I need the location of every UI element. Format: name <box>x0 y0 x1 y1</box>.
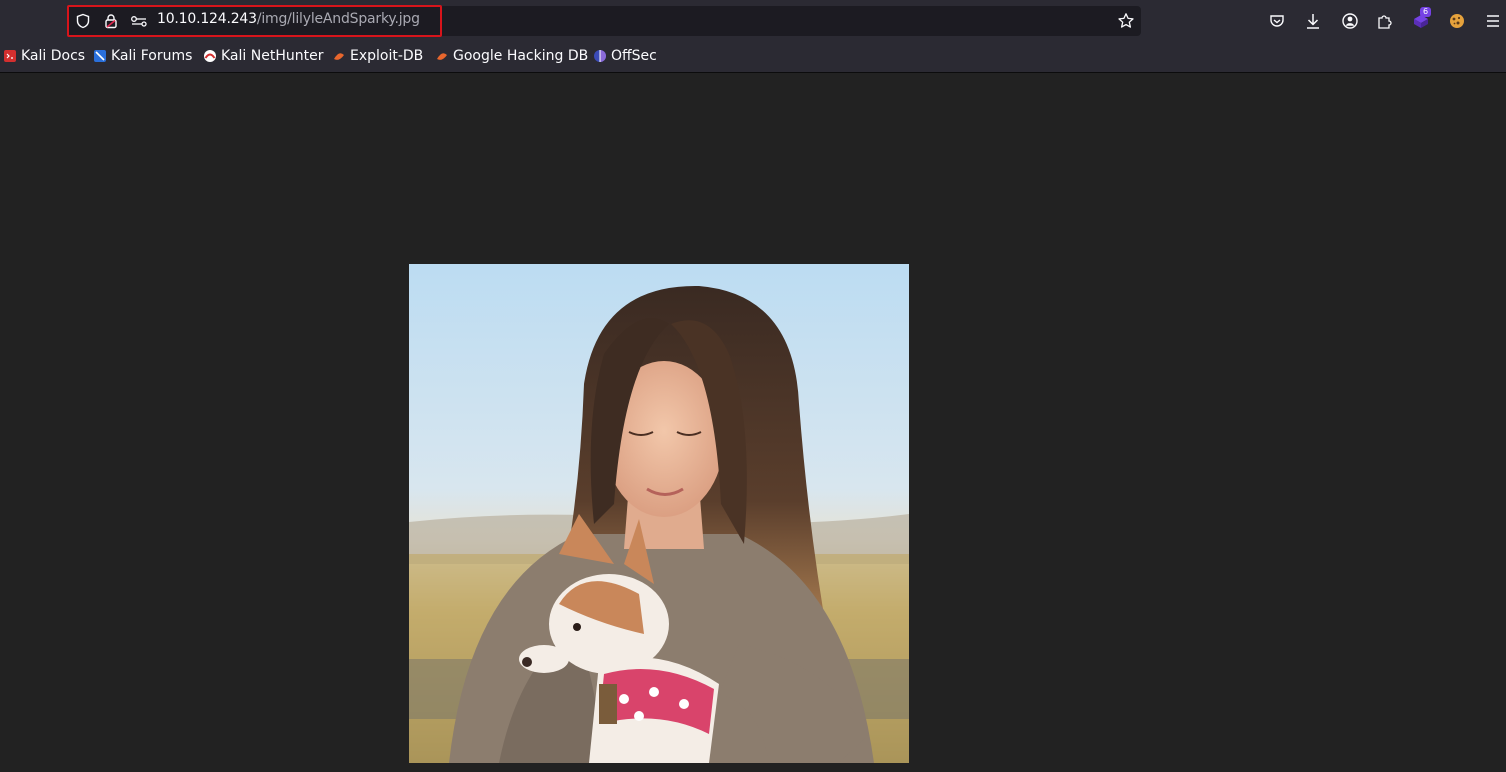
kali-forums-icon <box>93 49 107 63</box>
bookmark-label: Google Hacking DB <box>453 48 589 64</box>
url-host: 10.10.124.243 <box>157 11 257 27</box>
hamburger-menu-icon[interactable] <box>1483 11 1503 31</box>
extensions-badge: 6 <box>1420 7 1432 17</box>
bookmark-label: Kali Docs <box>21 48 86 64</box>
exploit-db-icon <box>332 49 346 63</box>
puzzle-icon[interactable] <box>1375 11 1395 31</box>
bookmark-kali-forums[interactable]: Kali Forums <box>93 48 192 64</box>
bookmark-offsec[interactable]: OffSec <box>593 48 657 64</box>
bookmark-label: Kali Forums <box>111 48 193 64</box>
url-text[interactable]: 10.10.124.243/img/lilyleAndSparky.jpg <box>157 11 420 27</box>
lock-icon[interactable] <box>102 12 120 30</box>
account-icon[interactable] <box>1340 11 1360 31</box>
bookmark-kali-nethunter[interactable]: Kali NetHunter <box>203 48 323 64</box>
bookmark-exploit-db[interactable]: Exploit-DB <box>332 48 423 64</box>
cookie-extension-icon[interactable] <box>1447 11 1467 31</box>
woman-with-dog-photo[interactable] <box>409 264 909 763</box>
offsec-icon <box>593 49 607 63</box>
key-icon[interactable] <box>130 12 148 30</box>
download-icon[interactable] <box>1303 11 1323 31</box>
browser-toolbar: 10.10.124.243/img/lilyleAndSparky.jpg 6 <box>0 0 1506 42</box>
url-path: /img/lilyleAndSparky.jpg <box>256 11 420 27</box>
bookmark-kali-docs[interactable]: Kali Docs <box>3 48 85 64</box>
pocket-icon[interactable] <box>1267 11 1287 31</box>
bookmarks-bar: Kali Docs Kali Forums Kali NetHunter Exp… <box>0 42 1506 73</box>
star-icon[interactable] <box>1116 11 1136 31</box>
bookmark-label: Kali NetHunter <box>221 48 324 64</box>
ghdb-icon <box>435 49 449 63</box>
kali-docs-icon <box>3 49 17 63</box>
bookmark-label: OffSec <box>611 48 657 64</box>
shield-icon[interactable] <box>74 12 92 30</box>
kali-nethunter-icon <box>203 49 217 63</box>
bookmark-label: Exploit-DB <box>350 48 424 64</box>
bookmark-google-hacking-db[interactable]: Google Hacking DB <box>435 48 588 64</box>
